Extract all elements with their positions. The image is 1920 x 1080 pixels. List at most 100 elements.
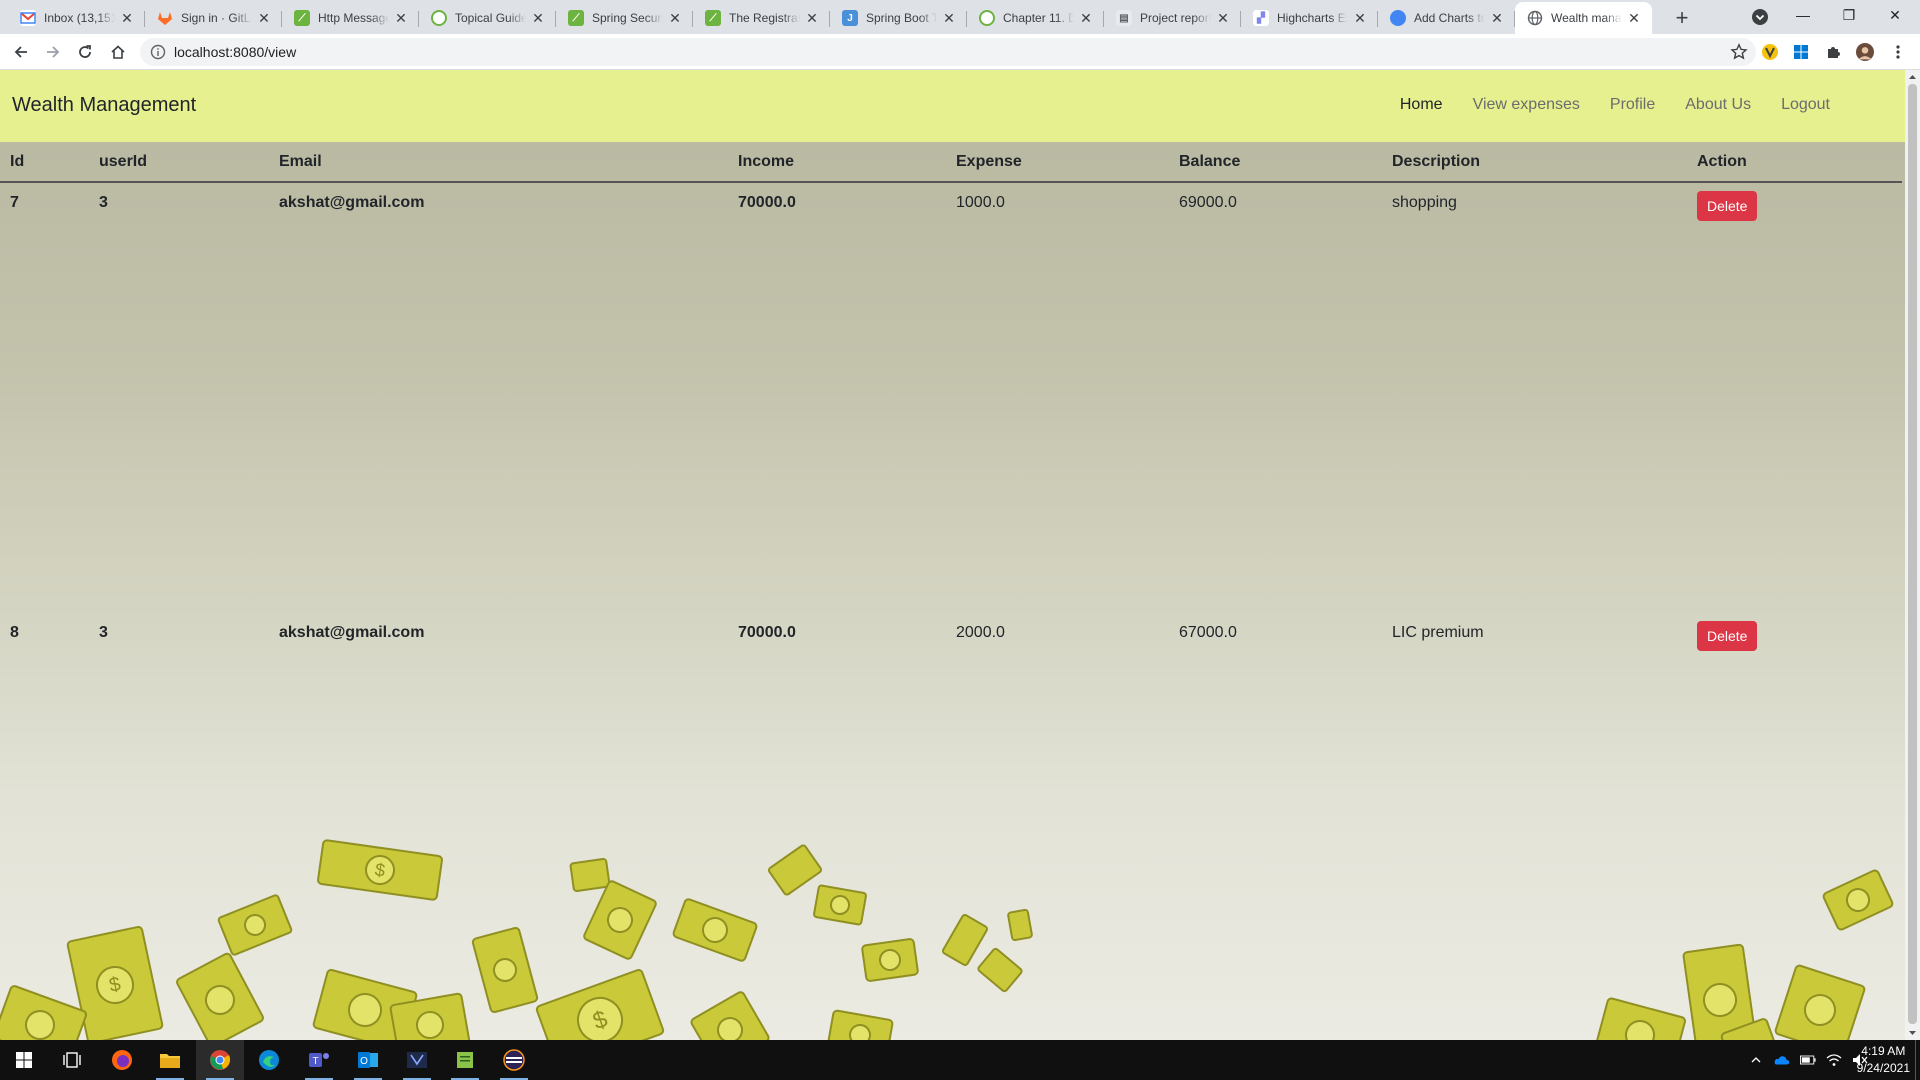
tab-spring-boot[interactable]: J Spring Boot Tutorial ✕: [830, 2, 967, 34]
tab-registration[interactable]: ⟋ The Registration ✕: [693, 2, 830, 34]
gitlab-icon: [157, 10, 173, 26]
cell-userid: 3: [89, 611, 269, 1040]
clock-time: 4:19 AM: [1861, 1044, 1906, 1058]
delete-button[interactable]: Delete: [1697, 191, 1758, 221]
battery-icon[interactable]: [1800, 1052, 1816, 1068]
close-window-button[interactable]: ✕: [1872, 0, 1918, 30]
spring-icon: [979, 10, 995, 26]
close-icon[interactable]: ✕: [256, 10, 272, 26]
tab-title: Spring Security: [592, 11, 663, 25]
start-button[interactable]: [0, 1040, 48, 1080]
edge-taskbar-icon[interactable]: [245, 1040, 293, 1080]
close-icon[interactable]: ✕: [1489, 10, 1505, 26]
nav-about-us[interactable]: About Us: [1685, 96, 1751, 114]
scrollbar-thumb[interactable]: [1908, 84, 1917, 1024]
close-icon[interactable]: ✕: [667, 10, 683, 26]
firefox-taskbar-icon[interactable]: [98, 1040, 146, 1080]
windows-extension-icon[interactable]: [1792, 43, 1810, 61]
close-icon[interactable]: ✕: [119, 10, 135, 26]
vertical-scrollbar[interactable]: [1905, 70, 1920, 1040]
chrome-taskbar-icon[interactable]: [196, 1040, 244, 1080]
back-button[interactable]: [6, 37, 36, 67]
tab-title: Sign in · GitLab: [181, 11, 252, 25]
file-explorer-taskbar-icon[interactable]: [146, 1040, 194, 1080]
tab-title: Inbox (13,151): [44, 11, 115, 25]
java-icon: J: [842, 10, 858, 26]
header-userid: userId: [89, 142, 269, 183]
globe-icon: [1527, 10, 1543, 26]
nav-logout[interactable]: Logout: [1781, 96, 1830, 114]
task-view-button[interactable]: [48, 1040, 96, 1080]
notepad-taskbar-icon[interactable]: [441, 1040, 489, 1080]
cell-description: LIC premium: [1382, 611, 1687, 1040]
onedrive-icon[interactable]: [1774, 1052, 1790, 1068]
tab-title: Chapter 11. D: [1003, 11, 1074, 25]
brand-title[interactable]: Wealth Management: [12, 94, 196, 117]
visual-studio-taskbar-icon[interactable]: [393, 1040, 441, 1080]
cell-id: 7: [10, 194, 19, 211]
close-icon[interactable]: ✕: [941, 10, 957, 26]
close-icon[interactable]: ✕: [804, 10, 820, 26]
tab-search-icon[interactable]: [1748, 5, 1772, 29]
info-icon: [150, 44, 166, 60]
tab-inbox[interactable]: Inbox (13,151) ✕: [8, 2, 145, 34]
close-icon[interactable]: ✕: [1215, 10, 1231, 26]
forward-button[interactable]: [38, 37, 68, 67]
outlook-taskbar-icon[interactable]: O: [344, 1040, 392, 1080]
puzzle-extensions-icon[interactable]: [1824, 43, 1842, 61]
close-icon[interactable]: ✕: [1078, 10, 1094, 26]
system-clock[interactable]: 4:19 AM 9/24/2021: [1857, 1043, 1910, 1077]
cell-income: 70000.0: [738, 194, 796, 211]
header-balance: Balance: [1169, 142, 1382, 183]
close-icon[interactable]: ✕: [1352, 10, 1368, 26]
cell-id: 8: [0, 611, 89, 1040]
minimize-button[interactable]: —: [1780, 0, 1826, 30]
show-desktop-button[interactable]: [1915, 1040, 1920, 1080]
header-income: Income: [728, 142, 946, 183]
nav-profile[interactable]: Profile: [1610, 96, 1655, 114]
tab-http-message[interactable]: ⟋ Http Message Converters ✕: [282, 2, 419, 34]
nav-home[interactable]: Home: [1400, 96, 1443, 114]
cell-email: akshat@gmail.com: [279, 194, 425, 211]
scroll-up-icon[interactable]: [1905, 70, 1920, 84]
new-tab-button[interactable]: +: [1668, 4, 1696, 32]
close-icon[interactable]: ✕: [393, 10, 409, 26]
svg-text:O: O: [360, 1056, 368, 1067]
doc-icon: ▤: [1116, 10, 1132, 26]
forward-arrow-icon: [47, 46, 60, 58]
header-id: Id: [0, 142, 89, 183]
browser-tab-strip: Inbox (13,151) ✕ Sign in · GitLab ✕ ⟋ Ht…: [0, 0, 1920, 34]
url-text: localhost:8080/view: [174, 44, 297, 60]
tab-highcharts[interactable]: ▞ Highcharts Ex ✕: [1241, 2, 1378, 34]
teams-taskbar-icon[interactable]: T: [295, 1040, 343, 1080]
cell-action: Delete: [1687, 182, 1902, 612]
chevron-up-icon[interactable]: [1748, 1052, 1764, 1068]
close-icon[interactable]: ✕: [530, 10, 546, 26]
wifi-icon[interactable]: [1826, 1052, 1842, 1068]
tab-topical-guide[interactable]: Topical Guide ✕: [419, 2, 556, 34]
tab-chapter-11[interactable]: Chapter 11. D ✕: [967, 2, 1104, 34]
tab-gitlab[interactable]: Sign in · GitLab ✕: [145, 2, 282, 34]
scroll-down-icon[interactable]: [1905, 1026, 1920, 1040]
avatar[interactable]: [1856, 43, 1874, 61]
tab-title: Wealth management: [1551, 11, 1622, 25]
nav-view-expenses[interactable]: View expenses: [1473, 96, 1580, 114]
delete-button[interactable]: Delete: [1697, 620, 1758, 651]
tab-title: Spring Boot Tutorial: [866, 11, 937, 25]
eclipse-taskbar-icon[interactable]: [490, 1040, 538, 1080]
tab-add-charts[interactable]: Add Charts to ✕: [1378, 2, 1515, 34]
home-button[interactable]: [103, 37, 133, 67]
vpn-extension-icon[interactable]: [1761, 43, 1779, 61]
address-bar[interactable]: localhost:8080/view: [140, 38, 1756, 66]
windows-logo-icon: [16, 1052, 32, 1068]
tab-spring-security[interactable]: ⟋ Spring Security ✕: [556, 2, 693, 34]
menu-kebab-icon[interactable]: [1889, 43, 1907, 61]
restore-button[interactable]: ❐: [1826, 0, 1872, 30]
cell-expense: 1000.0: [956, 194, 1005, 211]
reload-button[interactable]: [70, 37, 100, 67]
close-icon[interactable]: ✕: [1626, 10, 1642, 26]
bookmark-star-icon[interactable]: [1730, 43, 1748, 61]
tab-wealth-management[interactable]: Wealth management ✕: [1515, 2, 1652, 34]
windows-taskbar: T O 4:19 AM 9/24/2021: [0, 1040, 1920, 1080]
tab-project-report[interactable]: ▤ Project report ✕: [1104, 2, 1241, 34]
